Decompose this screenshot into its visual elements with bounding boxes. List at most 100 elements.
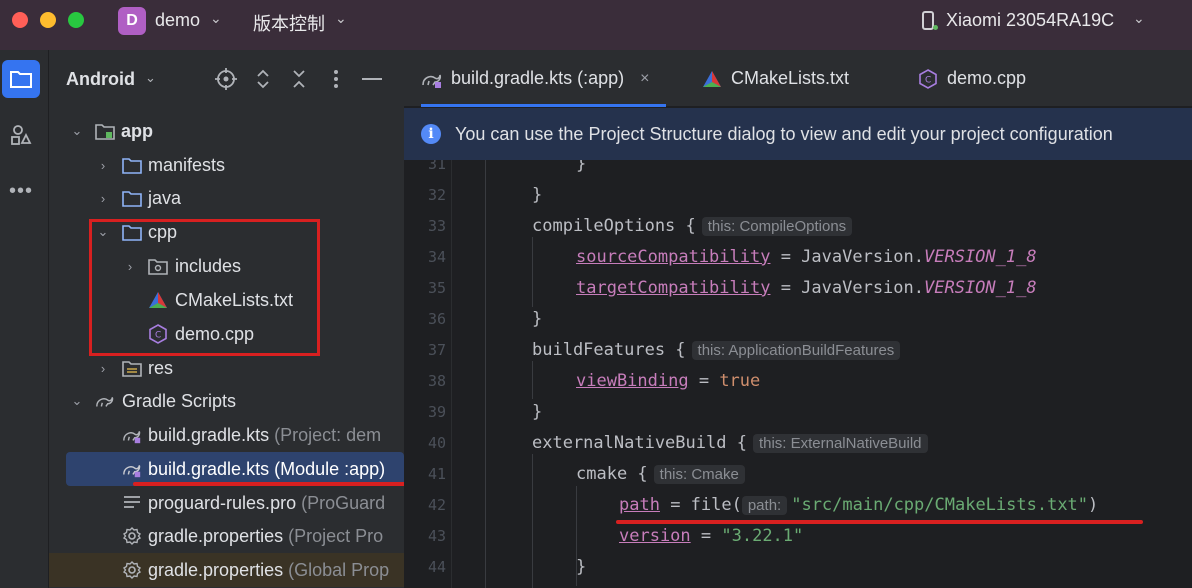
zoom-window-button[interactable]	[68, 12, 84, 28]
tree-item-hint: (Project Pro	[288, 525, 384, 546]
inlay-hint: this: CompileOptions	[701, 216, 853, 236]
tree-item-proguard[interactable]: proguard-rules.pro (ProGuard	[49, 486, 404, 520]
project-view-selector[interactable]: Android	[66, 69, 135, 90]
chevron-down-icon[interactable]: ⌄	[145, 70, 156, 86]
code-line: 39 }	[404, 396, 1192, 427]
line-number: 33	[427, 216, 446, 235]
project-badge[interactable]: D	[118, 7, 146, 35]
folder-icon	[10, 71, 32, 88]
tree-item-label: manifests	[148, 154, 226, 175]
tree-item-includes[interactable]: › includes	[49, 249, 404, 283]
code-token: =	[688, 370, 720, 391]
code-line: 37 buildFeatures {this: ApplicationBuild…	[404, 334, 1192, 365]
device-selector[interactable]: Xiaomi 23054RA19C	[946, 10, 1114, 31]
chevron-down-icon[interactable]: ⌄	[1133, 10, 1145, 27]
tree-item-cmakelists[interactable]: CMakeLists.txt	[49, 283, 404, 317]
hide-panel-icon[interactable]	[360, 67, 384, 91]
tree-item-hint: (ProGuard	[301, 492, 386, 513]
tree-item-demo-cpp[interactable]: C demo.cpp	[49, 317, 404, 351]
code-token: =	[690, 525, 722, 546]
tab-cmakelists[interactable]: CMakeLists.txt	[701, 50, 849, 107]
code-token: version	[619, 525, 691, 546]
project-tool-button[interactable]	[2, 60, 40, 98]
options-icon[interactable]	[324, 67, 348, 91]
code-line: 40 externalNativeBuild {this: ExternalNa…	[404, 427, 1192, 458]
minimize-window-button[interactable]	[40, 12, 56, 28]
collapse-all-icon[interactable]	[287, 67, 311, 91]
chevron-down-icon[interactable]: ⌄	[69, 393, 85, 409]
title-bar: D demo ⌄ 版本控制 ⌄ Xiaomi 23054RA19C ⌄	[0, 0, 1192, 50]
tree-item-text: gradle.properties (Global Prop	[148, 560, 389, 581]
chevron-down-icon[interactable]: ⌄	[69, 123, 85, 139]
code-text: }	[532, 184, 543, 205]
project-name[interactable]: demo	[155, 10, 200, 31]
chevron-down-icon[interactable]: ⌄	[95, 224, 111, 240]
close-window-button[interactable]	[12, 12, 28, 28]
code-line: 35 targetCompatibility = JavaVersion.VER…	[404, 272, 1192, 303]
tree-item-label: build.gradle.kts	[148, 458, 270, 479]
code-text: compileOptions {this: CompileOptions	[532, 216, 853, 236]
code-token: viewBinding	[576, 370, 689, 391]
code-token: "src/main/cpp/CMakeLists.txt"	[791, 494, 1089, 515]
chevron-down-icon[interactable]: ⌄	[210, 10, 222, 27]
code-text: }	[576, 160, 587, 174]
tree-item-manifests[interactable]: › manifests	[49, 148, 404, 182]
tab-build-gradle-app[interactable]: build.gradle.kts (:app) ×	[421, 50, 667, 107]
line-number: 42	[427, 495, 446, 514]
tab-label: demo.cpp	[947, 68, 1027, 88]
tree-item-label: proguard-rules.pro	[148, 492, 297, 513]
tree-item-label: includes	[175, 255, 242, 276]
folder-icon	[122, 222, 142, 242]
svg-text:C: C	[155, 331, 161, 341]
chevron-right-icon[interactable]: ›	[122, 258, 138, 274]
gradle-icon	[421, 68, 443, 90]
include-folder-icon	[148, 256, 168, 276]
line-number: 32	[427, 185, 446, 204]
tree-item-label: build.gradle.kts	[148, 424, 270, 445]
inlay-hint: this: ApplicationBuildFeatures	[691, 340, 901, 360]
tree-item-build-gradle-project[interactable]: build.gradle.kts (Project: dem	[49, 418, 404, 452]
code-token: = JavaVersion.	[770, 246, 924, 267]
chevron-right-icon[interactable]: ›	[95, 157, 111, 173]
cmake-icon	[701, 68, 723, 90]
editor-area: build.gradle.kts (:app) × CMakeLists.txt…	[404, 50, 1192, 588]
svg-text:C: C	[925, 75, 931, 85]
tree-item-label: gradle.properties	[148, 525, 284, 546]
code-token: sourceCompatibility	[576, 246, 771, 267]
tree-item-gradle-properties-global[interactable]: gradle.properties (Global Prop	[49, 553, 404, 587]
chevron-right-icon[interactable]: ›	[95, 190, 111, 206]
tree-item-label: CMakeLists.txt	[175, 289, 294, 310]
banner-text[interactable]: You can use the Project Structure dialog…	[455, 124, 1113, 145]
code-text: sourceCompatibility = JavaVersion.VERSIO…	[576, 247, 1037, 267]
code-editor[interactable]: 31 } 32 } 33 compileOptions {this: Compi…	[404, 160, 1192, 588]
tree-item-cpp[interactable]: ⌄ cpp	[49, 215, 404, 249]
module-folder-icon	[95, 121, 115, 141]
line-number: 40	[427, 433, 446, 452]
tree-item-text: build.gradle.kts (Project: dem	[148, 425, 381, 446]
resource-manager-button[interactable]	[2, 116, 40, 154]
chevron-right-icon[interactable]: ›	[95, 360, 111, 376]
code-line: 34 sourceCompatibility = JavaVersion.VER…	[404, 241, 1192, 272]
line-number: 44	[427, 557, 446, 576]
code-text: externalNativeBuild {this: ExternalNativ…	[532, 433, 928, 453]
close-icon[interactable]: ×	[640, 70, 649, 88]
chevron-down-icon[interactable]: ⌄	[335, 10, 347, 27]
more-tools-button[interactable]: •••	[2, 172, 40, 210]
vcs-menu[interactable]: 版本控制	[253, 10, 325, 36]
tree-item-hint: (Global Prop	[288, 559, 390, 580]
tool-window-strip: •••	[0, 50, 49, 588]
text-file-icon	[122, 493, 142, 513]
line-number: 31	[427, 160, 446, 173]
tree-item-app[interactable]: ⌄ app	[49, 114, 404, 148]
tab-demo-cpp[interactable]: C demo.cpp	[917, 50, 1026, 107]
tree-item-label: Gradle Scripts	[122, 390, 237, 411]
tree-item-gradle-scripts[interactable]: ⌄ Gradle Scripts	[49, 384, 404, 418]
locate-icon[interactable]	[214, 67, 238, 91]
expand-all-icon[interactable]	[251, 67, 275, 91]
tree-item-java[interactable]: › java	[49, 181, 404, 215]
code-text: buildFeatures {this: ApplicationBuildFea…	[532, 340, 901, 360]
tree-item-gradle-properties-project[interactable]: gradle.properties (Project Pro	[49, 519, 404, 553]
tree-item-res[interactable]: › res	[49, 351, 404, 385]
tree-item-build-gradle-module[interactable]: build.gradle.kts (Module :app)	[66, 452, 404, 486]
code-token: )	[1088, 494, 1099, 515]
